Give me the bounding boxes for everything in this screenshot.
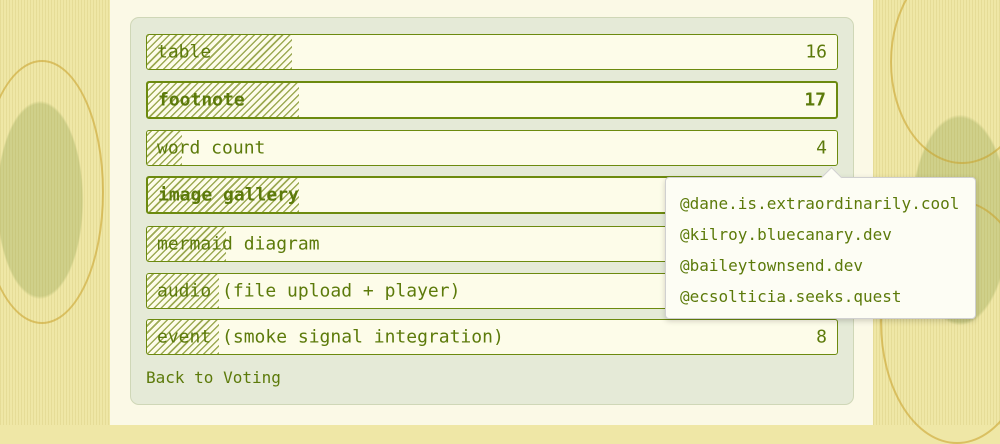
voters-tooltip: @dane.is.extraordinarily.cool @kilroy.bl…: [665, 166, 976, 319]
voter-handle[interactable]: @dane.is.extraordinarily.cool: [680, 188, 961, 219]
poll-option-event[interactable]: event (smoke signal integration) 8: [146, 319, 838, 355]
back-to-voting-link[interactable]: Back to Voting: [146, 368, 281, 387]
option-label: table: [157, 41, 212, 63]
option-label: audio (file upload + player): [157, 280, 461, 302]
option-label: mermaid diagram: [157, 233, 320, 255]
voter-handle[interactable]: @kilroy.bluecanary.dev: [680, 219, 961, 250]
option-label: image gallery: [158, 184, 299, 206]
leaf-decoration: [0, 60, 104, 324]
poll-option-word-count[interactable]: word count 4: [146, 130, 838, 166]
option-label: word count: [157, 137, 266, 159]
leaf-decoration: [890, 0, 1000, 164]
vote-count: 4: [816, 137, 827, 159]
vote-count: 8: [816, 326, 827, 348]
poll-option-footnote[interactable]: footnote 17: [146, 81, 838, 119]
poll-option-table[interactable]: table 16: [146, 34, 838, 70]
vote-count: 17: [804, 89, 826, 111]
option-label: footnote: [158, 89, 245, 111]
voter-handle[interactable]: @ecsolticia.seeks.quest: [680, 281, 961, 312]
vote-count: 16: [805, 41, 827, 63]
voter-handle[interactable]: @baileytownsend.dev: [680, 250, 961, 281]
option-label: event (smoke signal integration): [157, 326, 504, 348]
